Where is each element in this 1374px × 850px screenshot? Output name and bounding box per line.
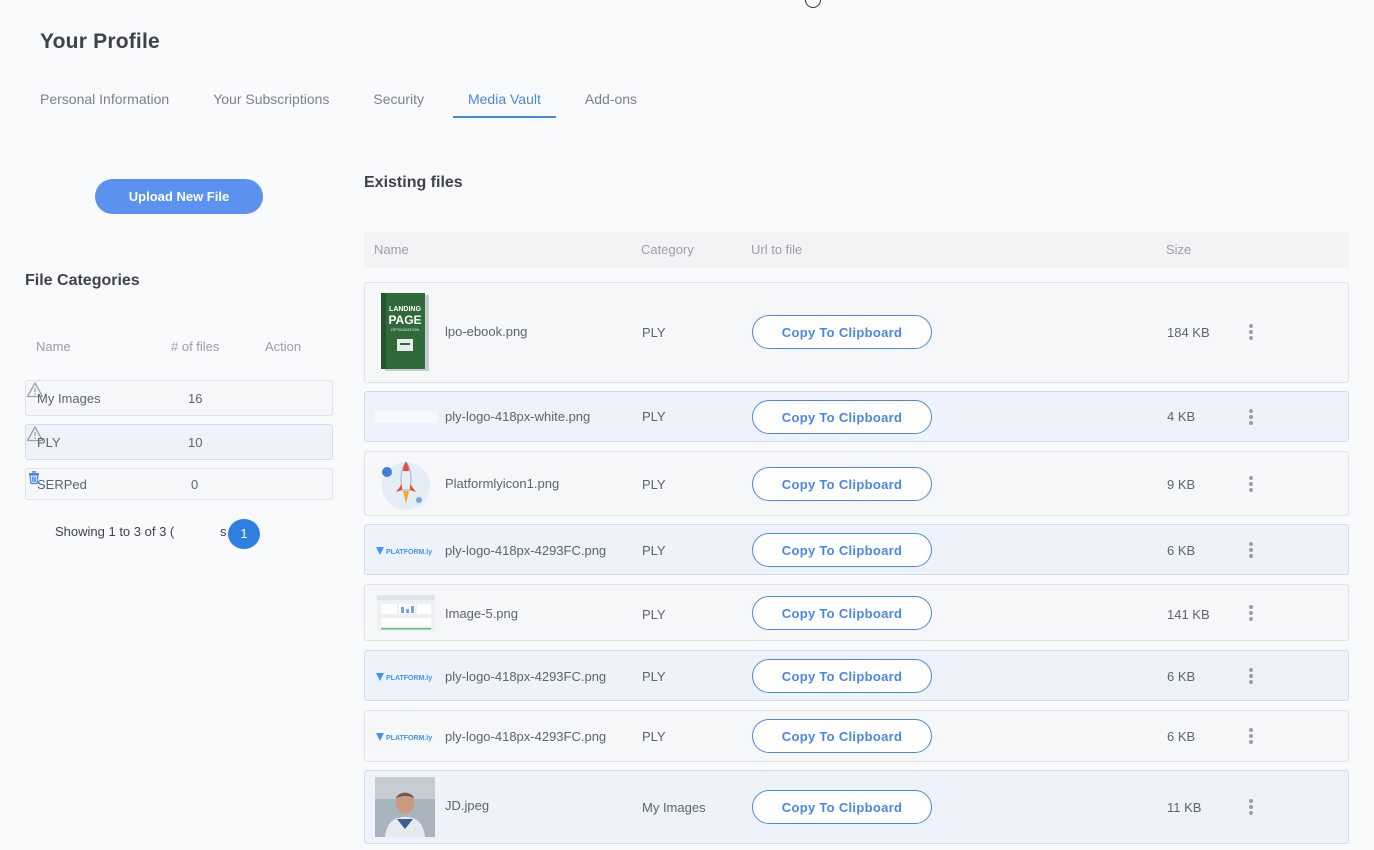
file-size: 6 KB xyxy=(1167,669,1196,684)
svg-text:LANDING: LANDING xyxy=(389,306,421,313)
file-category: PLY xyxy=(642,669,666,684)
file-name: JD.jpeg xyxy=(445,798,490,813)
more-options-icon[interactable] xyxy=(1247,324,1255,342)
svg-text:PLATFORM.ly: PLATFORM.ly xyxy=(386,675,432,682)
files-table-header: Name Category Url to file Size xyxy=(364,232,1349,268)
person-photo-thumbnail xyxy=(375,777,435,837)
category-file-count: 0 xyxy=(191,477,199,492)
more-options-icon[interactable] xyxy=(1247,409,1255,427)
files-column-url: Url to file xyxy=(751,242,803,257)
tab-media-vault[interactable]: Media Vault xyxy=(452,80,556,118)
copy-to-clipboard-button[interactable]: Copy To Clipboard xyxy=(752,596,932,630)
category-row[interactable]: SERPed 0 xyxy=(25,468,333,500)
file-size: 6 KB xyxy=(1167,729,1196,744)
category-row[interactable]: PLY 10 xyxy=(25,424,333,460)
file-name: lpo-ebook.png xyxy=(445,324,528,339)
svg-text:OPTIMIZATION: OPTIMIZATION xyxy=(391,327,419,332)
ebook-cover-thumbnail: LANDING PAGE OPTIMIZATION xyxy=(381,293,429,371)
file-size: 6 KB xyxy=(1167,543,1196,558)
svg-text:PLATFORM.ly: PLATFORM.ly xyxy=(386,735,432,742)
category-name: My Images xyxy=(37,391,101,406)
platformly-logo-thumbnail: PLATFORM.ly xyxy=(376,673,432,682)
more-options-icon[interactable] xyxy=(1247,605,1255,623)
platformly-logo-thumbnail: PLATFORM.ly xyxy=(376,547,432,556)
page-title: Your Profile xyxy=(40,30,160,53)
rocket-icon-thumbnail xyxy=(382,461,430,510)
copy-to-clipboard-button[interactable]: Copy To Clipboard xyxy=(752,533,932,567)
file-category: PLY xyxy=(642,543,666,558)
more-options-icon[interactable] xyxy=(1247,476,1255,494)
files-column-name: Name xyxy=(374,242,409,257)
pagination-info-suffix: s xyxy=(220,524,227,539)
category-file-count: 16 xyxy=(188,391,203,406)
file-category: PLY xyxy=(642,409,666,424)
copy-to-clipboard-button[interactable]: Copy To Clipboard xyxy=(752,400,932,434)
file-row: JD.jpeg My Images Copy To Clipboard 11 K… xyxy=(364,770,1349,844)
category-name: SERPed xyxy=(37,477,87,492)
file-category: PLY xyxy=(642,477,666,492)
platformly-logo-thumbnail: PLATFORM.ly xyxy=(376,733,432,742)
file-size: 4 KB xyxy=(1167,409,1196,424)
file-row: PLATFORM.ly ply-logo-418px-4293FC.png PL… xyxy=(364,710,1349,762)
copy-to-clipboard-button[interactable]: Copy To Clipboard xyxy=(752,790,932,824)
tab-your-subscriptions[interactable]: Your Subscriptions xyxy=(213,80,329,118)
file-row: PLATFORM.ly ply-logo-418px-4293FC.png PL… xyxy=(364,524,1349,575)
files-column-size: Size xyxy=(1166,242,1192,257)
mouse-cursor xyxy=(805,0,821,8)
file-categories-title: File Categories xyxy=(25,272,140,289)
copy-to-clipboard-button[interactable]: Copy To Clipboard xyxy=(752,719,932,753)
file-row: PLATFORM.ly ply-logo-418px-4293FC.png PL… xyxy=(364,650,1349,701)
white-logo-thumbnail xyxy=(375,411,437,423)
file-name: ply-logo-418px-4293FC.png xyxy=(445,669,607,684)
more-options-icon[interactable] xyxy=(1247,728,1255,746)
pagination-info: Showing 1 to 3 of 3 ( xyxy=(55,524,175,539)
file-name: Platformlyicon1.png xyxy=(445,476,560,491)
file-category: PLY xyxy=(642,729,666,744)
tab-add-ons[interactable]: Add-ons xyxy=(585,80,637,118)
upload-new-file-button[interactable]: Upload New File xyxy=(95,179,263,214)
file-size: 9 KB xyxy=(1167,477,1196,492)
categories-column-count: # of files xyxy=(171,339,220,354)
tab-security[interactable]: Security xyxy=(373,80,424,118)
categories-table-header: Name # of files Action xyxy=(25,339,333,357)
file-row: Image-5.png PLY Copy To Clipboard 141 KB xyxy=(364,584,1349,641)
profile-tabs: Personal Information Your Subscriptions … xyxy=(40,80,681,120)
file-category: PLY xyxy=(642,607,666,622)
pagination-page-1[interactable]: 1 xyxy=(228,519,260,549)
more-options-icon[interactable] xyxy=(1247,668,1255,686)
tab-personal-information[interactable]: Personal Information xyxy=(40,80,169,118)
file-name: ply-logo-418px-4293FC.png xyxy=(445,543,607,558)
files-column-category: Category xyxy=(641,242,694,257)
existing-files-title: Existing files xyxy=(364,174,463,191)
svg-text:PLATFORM.ly: PLATFORM.ly xyxy=(386,549,432,556)
file-name: Image-5.png xyxy=(445,606,518,621)
copy-to-clipboard-button[interactable]: Copy To Clipboard xyxy=(752,659,932,693)
file-name: ply-logo-418px-4293FC.png xyxy=(445,729,607,744)
categories-column-action: Action xyxy=(265,339,302,354)
copy-to-clipboard-button[interactable]: Copy To Clipboard xyxy=(752,315,932,349)
more-options-icon[interactable] xyxy=(1247,799,1255,817)
categories-column-name: Name xyxy=(36,339,71,354)
category-file-count: 10 xyxy=(188,435,203,450)
file-row: Platformlyicon1.png PLY Copy To Clipboar… xyxy=(364,451,1349,516)
file-name: ply-logo-418px-white.png xyxy=(445,409,591,424)
file-size: 11 KB xyxy=(1167,800,1202,815)
file-size: 141 KB xyxy=(1167,607,1210,622)
file-size: 184 KB xyxy=(1167,325,1210,340)
more-options-icon[interactable] xyxy=(1247,542,1255,560)
file-category: PLY xyxy=(642,325,666,340)
svg-text:PAGE: PAGE xyxy=(388,313,421,327)
copy-to-clipboard-button[interactable]: Copy To Clipboard xyxy=(752,467,932,501)
category-name: PLY xyxy=(37,435,61,450)
dashboard-screenshot-thumbnail xyxy=(377,595,435,631)
file-row: ply-logo-418px-white.png PLY Copy To Cli… xyxy=(364,391,1349,442)
category-row[interactable]: My Images 16 xyxy=(25,380,333,416)
file-category: My Images xyxy=(642,800,706,815)
file-row: LANDING PAGE OPTIMIZATION lpo-ebook.png … xyxy=(364,282,1349,383)
